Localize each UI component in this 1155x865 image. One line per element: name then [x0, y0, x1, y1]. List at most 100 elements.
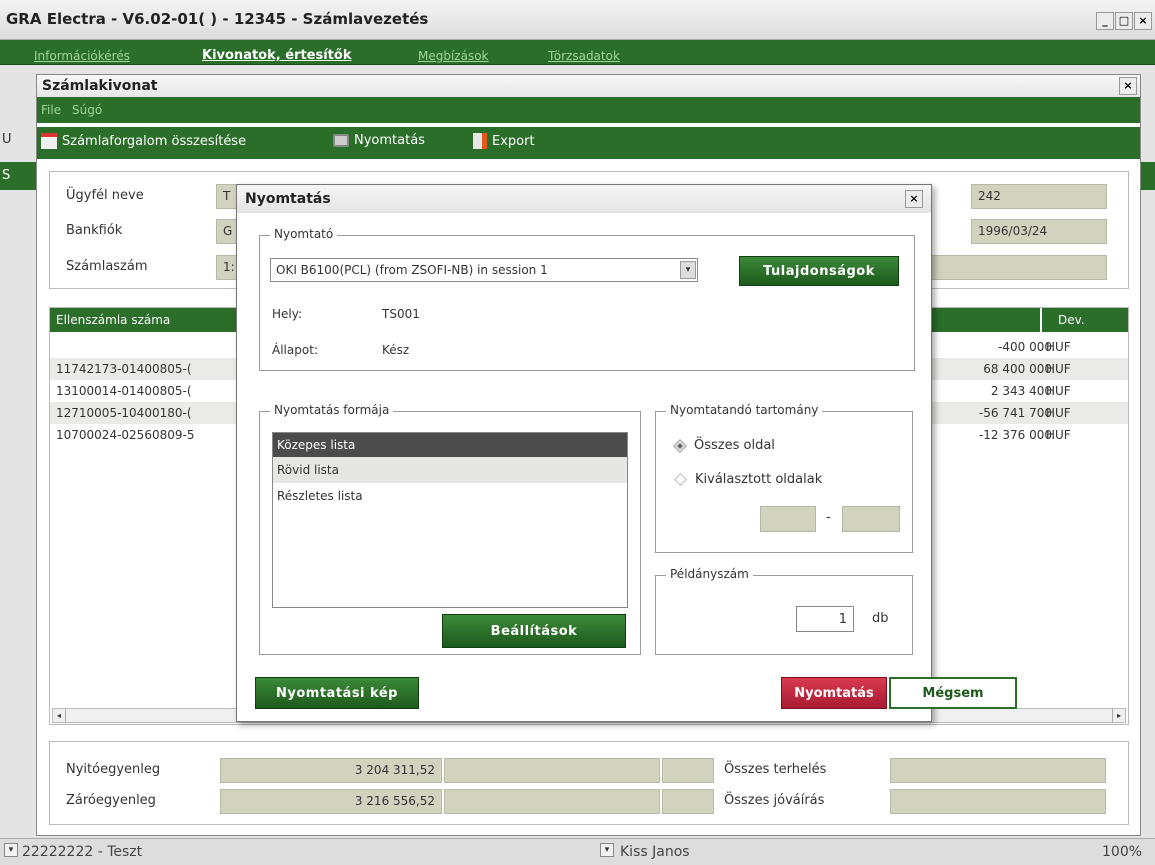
- print-button[interactable]: Nyomtatás: [781, 677, 887, 709]
- total-credit-label: Összes jóváírás: [724, 793, 825, 808]
- maximize-icon[interactable]: □: [1115, 12, 1133, 30]
- menu-information[interactable]: Információkérés: [34, 49, 130, 63]
- bg-letter-s: S: [2, 168, 11, 183]
- row-account: 11742173-01400805-(: [56, 362, 192, 376]
- status-zoom: 100%: [1102, 844, 1143, 860]
- summary-button[interactable]: Számlaforgalom összesítése: [41, 133, 246, 149]
- account-label: Számlaszám: [66, 259, 148, 274]
- closing-balance-field[interactable]: 3 216 556,52: [220, 789, 442, 814]
- total-debit-label: Összes terhelés: [724, 762, 827, 777]
- right-field-3[interactable]: [930, 255, 1107, 280]
- status-client: 22222222 - Teszt: [22, 844, 143, 860]
- menu-orders[interactable]: Megbízások: [418, 49, 489, 63]
- printer-select[interactable]: OKI B6100(PCL) (from ZSOFI-NB) in sessio…: [270, 258, 698, 282]
- range-from-input[interactable]: [760, 506, 816, 532]
- radio-unselected-icon: [674, 473, 687, 486]
- cancel-button[interactable]: Mégsem: [889, 677, 1017, 709]
- properties-button[interactable]: Tulajdonságok: [739, 256, 899, 286]
- opening-extra-field-2[interactable]: [662, 758, 714, 783]
- print-dialog: Nyomtatás × Nyomtató OKI B6100(PCL) (fro…: [236, 184, 1017, 722]
- menu-file[interactable]: File: [41, 103, 61, 117]
- state-label: Állapot:: [272, 343, 318, 357]
- scroll-left-icon[interactable]: ◂: [53, 709, 66, 722]
- printer-group-label: Nyomtató: [270, 227, 338, 241]
- radio-selected-icon: [672, 438, 688, 453]
- statement-menu-bar: File Súgó: [37, 97, 1140, 123]
- row-currency: HUF: [1046, 428, 1071, 442]
- range-all-radio[interactable]: Összes oldal: [672, 438, 775, 453]
- print-toolbar-button[interactable]: Nyomtatás: [333, 133, 425, 148]
- settings-button[interactable]: Beállítások: [442, 614, 626, 648]
- total-credit-field[interactable]: [890, 789, 1106, 814]
- location-label: Hely:: [272, 307, 303, 321]
- row-amount: -56 741 700: [978, 406, 1052, 420]
- range-to-input[interactable]: [842, 506, 900, 532]
- row-amount: -12 376 000: [978, 428, 1052, 442]
- export-button[interactable]: Export: [473, 133, 535, 149]
- menu-statements[interactable]: Kivonatok, értesítők: [202, 48, 351, 63]
- opening-balance-label: Nyitóegyenleg: [66, 762, 161, 777]
- dialog-title-bar: Nyomtatás ×: [237, 185, 931, 213]
- col-separator: [1040, 308, 1042, 332]
- list-item[interactable]: Közepes lista: [273, 433, 627, 457]
- list-item[interactable]: Rövid lista: [273, 457, 627, 483]
- menu-help[interactable]: Súgó: [72, 103, 102, 117]
- list-item[interactable]: Részletes lista: [273, 483, 627, 509]
- status-client-dropdown[interactable]: ▾: [4, 843, 18, 857]
- summary-label: Számlaforgalom összesítése: [62, 133, 247, 149]
- closing-balance-label: Záróegyenleg: [66, 793, 156, 808]
- closing-extra-field-1[interactable]: [444, 789, 660, 814]
- print-preview-button[interactable]: Nyomtatási kép: [255, 677, 419, 709]
- minimize-icon[interactable]: _: [1096, 12, 1114, 30]
- copies-unit: db: [872, 611, 889, 626]
- dialog-title: Nyomtatás: [245, 191, 331, 207]
- close-icon[interactable]: ×: [1134, 12, 1152, 30]
- branch-label: Bankfiók: [66, 223, 123, 238]
- status-bar: ▾ 22222222 - Teszt ▾ Kiss Janos 100%: [0, 838, 1155, 865]
- row-amount: 2 343 400: [990, 384, 1052, 398]
- statement-close-icon[interactable]: ×: [1119, 77, 1137, 95]
- statement-toolbar: Számlaforgalom összesítése Nyomtatás Exp…: [37, 127, 1140, 159]
- row-account: 13100014-01400805-(: [56, 384, 192, 398]
- range-selected-radio[interactable]: Kiválasztott oldalak: [674, 472, 823, 487]
- row-currency: HUF: [1046, 406, 1071, 420]
- scroll-right-icon[interactable]: ▸: [1112, 709, 1125, 722]
- app-title: GRA Electra - V6.02-01( ) - 12345 - Szám…: [6, 10, 429, 28]
- row-account: 12710005-10400180-(: [56, 406, 192, 420]
- copies-input[interactable]: 1: [796, 606, 854, 632]
- row-amount: 68 400 000: [983, 362, 1052, 376]
- opening-extra-field-1[interactable]: [444, 758, 660, 783]
- print-form-group: Nyomtatás formája Közepes lista Rövid li…: [259, 403, 641, 655]
- col-counter-account[interactable]: Ellenszámla száma: [56, 313, 170, 327]
- closing-extra-field-2[interactable]: [662, 789, 714, 814]
- menu-master-data[interactable]: Törzsadatok: [548, 49, 620, 63]
- total-debit-field[interactable]: [890, 758, 1106, 783]
- print-form-label: Nyomtatás formája: [270, 403, 394, 417]
- row-currency: HUF: [1046, 340, 1071, 354]
- printer-selected: OKI B6100(PCL) (from ZSOFI-NB) in sessio…: [276, 263, 548, 277]
- app-title-bar: GRA Electra - V6.02-01( ) - 12345 - Szám…: [0, 0, 1155, 40]
- printer-dropdown-icon[interactable]: ▾: [680, 261, 696, 279]
- list-item-label: Közepes lista: [277, 438, 356, 452]
- status-user: Kiss Janos: [620, 844, 690, 860]
- print-range-group: Nyomtatandó tartomány Összes oldal Kivál…: [655, 403, 913, 553]
- print-toolbar-label: Nyomtatás: [354, 133, 425, 148]
- right-field-1[interactable]: 242: [971, 184, 1107, 209]
- range-separator: -: [826, 510, 831, 525]
- range-selected-label: Kiválasztott oldalak: [695, 472, 823, 487]
- print-form-list[interactable]: Közepes lista Rövid lista Részletes list…: [272, 432, 628, 608]
- right-field-2[interactable]: 1996/03/24: [971, 219, 1107, 244]
- row-amount: -400 000: [998, 340, 1052, 354]
- status-user-dropdown[interactable]: ▾: [600, 843, 614, 857]
- col-currency[interactable]: Dev.: [1058, 313, 1085, 327]
- statement-title-bar: Számlakivonat ×: [37, 75, 1140, 97]
- row-account: 10700024-02560809-5: [56, 428, 195, 442]
- print-range-label: Nyomtatandó tartomány: [666, 403, 823, 417]
- dialog-close-icon[interactable]: ×: [905, 190, 923, 208]
- opening-balance-field[interactable]: 3 204 311,52: [220, 758, 442, 783]
- location-value: TS001: [382, 307, 420, 321]
- copies-group: Példányszám 1 db: [655, 567, 913, 655]
- printer-icon: [333, 134, 349, 147]
- state-value: Kész: [382, 343, 410, 357]
- export-icon: [473, 133, 487, 149]
